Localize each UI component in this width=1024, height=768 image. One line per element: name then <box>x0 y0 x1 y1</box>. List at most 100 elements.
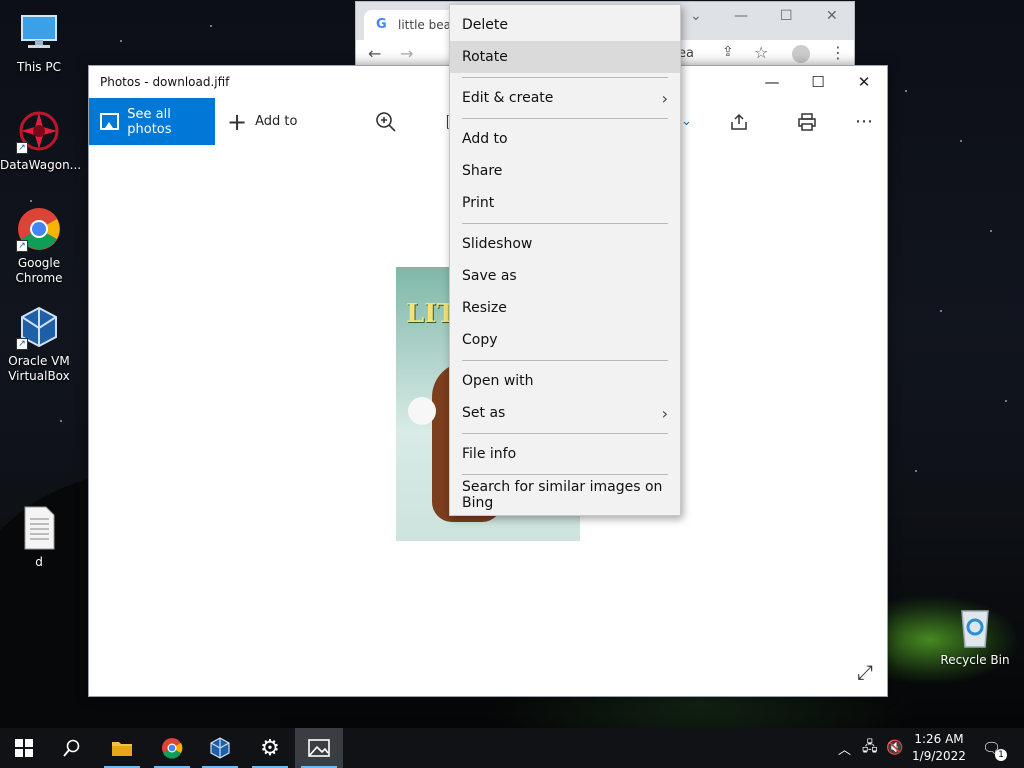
add-to-button[interactable]: + Add to <box>227 98 297 145</box>
window-title: Photos - download.jfif <box>100 75 230 89</box>
menu-item-save-as[interactable]: Save as <box>450 260 680 292</box>
menu-item-slideshow[interactable]: Slideshow <box>450 228 680 260</box>
desktop-icon-datawagon[interactable]: ↗ DataWagon... <box>0 108 82 173</box>
menu-item-resize[interactable]: Resize <box>450 292 680 324</box>
notification-icon: 🗨 1 <box>982 739 1008 761</box>
menu-item-open-with[interactable]: Open with <box>450 365 680 397</box>
minimize-icon[interactable]: — <box>734 8 748 24</box>
forward-arrow-icon[interactable]: → <box>400 44 413 63</box>
back-arrow-icon[interactable]: ← <box>368 44 381 63</box>
taskbar-photos[interactable] <box>295 728 343 768</box>
menu-item-label: Save as <box>462 268 517 284</box>
network-button[interactable]: 🖧 <box>862 728 878 768</box>
search-button[interactable] <box>48 728 96 768</box>
chrome-tab-title: little bear <box>398 18 456 32</box>
printer-icon <box>798 112 816 131</box>
chevron-down-icon[interactable]: ⌄ <box>690 8 702 24</box>
search-icon <box>63 739 80 757</box>
taskbar-virtualbox[interactable] <box>196 728 244 768</box>
desktop-icon-virtualbox[interactable]: ↗ Oracle VM VirtualBox <box>0 304 78 384</box>
star-icon[interactable]: ☆ <box>754 43 768 62</box>
menu-item-label: Rotate <box>462 49 508 65</box>
photos-icon <box>308 739 330 757</box>
close-button[interactable]: ✕ <box>841 66 887 98</box>
expand-arrows-icon: ⤢ <box>857 660 873 684</box>
menu-item-label: Share <box>462 163 503 179</box>
more-options-button[interactable]: ⋯ <box>855 98 873 145</box>
clock-time: 1:26 AM <box>914 732 964 746</box>
volume-button[interactable]: 🔇 <box>886 728 903 768</box>
recycle-bin-icon <box>952 603 998 649</box>
desktop-icon-file-d[interactable]: d <box>0 505 78 570</box>
shortcut-arrow-icon: ↗ <box>16 240 28 252</box>
menu-item-file-info[interactable]: File info <box>450 438 680 470</box>
menu-separator <box>462 433 668 434</box>
zoom-button[interactable] <box>375 98 397 145</box>
menu-item-label: Set as <box>462 405 506 421</box>
menu-item-label: Delete <box>462 17 508 33</box>
desktop-icon-label: DataWagon... <box>0 158 82 172</box>
menu-item-delete[interactable]: Delete <box>450 9 680 41</box>
menu-item-share[interactable]: Share <box>450 155 680 187</box>
menu-item-set-as[interactable]: Set as › <box>450 397 680 429</box>
add-to-label: Add to <box>255 114 298 129</box>
start-button[interactable] <box>0 728 48 768</box>
edit-dropdown[interactable]: ⌄ <box>681 98 692 145</box>
menu-item-rotate[interactable]: Rotate <box>450 41 680 73</box>
share-icon[interactable]: ⇪ <box>722 44 734 60</box>
notification-count-badge: 1 <box>995 749 1008 761</box>
menu-item-label: Resize <box>462 300 507 316</box>
minimize-button[interactable]: — <box>749 66 795 98</box>
menu-item-search-bing[interactable]: Search for similar images on Bing <box>450 479 680 511</box>
menu-item-label: Search for similar images on Bing <box>462 479 663 511</box>
desktop-icon-this-pc[interactable]: This PC <box>0 10 78 75</box>
clock-date: 1/9/2022 <box>912 749 966 763</box>
window-controls: — ☐ ✕ <box>749 66 887 98</box>
share-button[interactable] <box>729 98 749 145</box>
google-favicon-icon: G <box>376 17 387 32</box>
desktop-icon-recycle-bin[interactable]: Recycle Bin <box>936 603 1014 668</box>
chevron-right-icon: › <box>661 88 668 108</box>
windows-logo-icon <box>15 739 33 757</box>
zoom-in-icon <box>376 111 396 132</box>
taskbar-file-explorer[interactable] <box>98 728 146 768</box>
menu-item-copy[interactable]: Copy <box>450 324 680 356</box>
chevron-up-icon: ︿ <box>838 742 852 758</box>
menu-item-label: Edit & create <box>462 90 554 106</box>
shortcut-arrow-icon: ↗ <box>16 338 28 350</box>
desktop-icon-google-chrome[interactable]: ↗ Google Chrome <box>0 206 78 286</box>
action-center-button[interactable]: 🗨 1 <box>982 728 1008 768</box>
desktop-icon-label: This PC <box>17 60 61 74</box>
menu-separator <box>462 223 668 224</box>
network-icon: 🖧 <box>862 739 878 755</box>
taskbar-settings[interactable]: ⚙ <box>246 728 294 768</box>
desktop-icon-label: Oracle VM VirtualBox <box>8 354 70 383</box>
maximize-button[interactable]: ☐ <box>795 66 841 98</box>
see-all-photos-label: See all photos <box>127 106 172 137</box>
virtualbox-icon: ↗ <box>16 304 62 350</box>
context-menu: Delete Rotate Edit & create › Add to Shar… <box>449 4 681 516</box>
desktop-icon-label: Recycle Bin <box>940 653 1010 667</box>
menu-item-label: Add to <box>462 131 508 147</box>
more-vert-icon[interactable]: ⋮ <box>830 43 846 62</box>
menu-separator <box>462 474 668 475</box>
menu-item-label: Open with <box>462 373 534 389</box>
profile-avatar[interactable] <box>792 45 810 63</box>
show-hidden-icons-button[interactable]: ︿ <box>838 728 851 768</box>
fullscreen-button[interactable]: ⤢ <box>857 660 873 684</box>
close-icon[interactable]: ✕ <box>826 8 838 24</box>
maximize-icon[interactable]: ☐ <box>780 8 793 24</box>
text-file-icon <box>16 505 62 551</box>
menu-item-print[interactable]: Print <box>450 187 680 219</box>
snowball-figure <box>408 397 436 425</box>
plus-icon: + <box>227 107 248 136</box>
taskbar-chrome[interactable] <box>148 728 196 768</box>
system-clock[interactable]: 1:26 AM 1/9/2022 <box>908 731 970 765</box>
see-all-photos-button[interactable]: See all photos <box>89 98 215 145</box>
volume-muted-icon: 🔇 <box>886 740 904 756</box>
menu-item-add-to[interactable]: Add to <box>450 123 680 155</box>
more-horizontal-icon: ⋯ <box>855 111 873 132</box>
menu-item-edit-create[interactable]: Edit & create › <box>450 82 680 114</box>
print-button[interactable] <box>797 98 817 145</box>
gear-icon: ⚙ <box>260 735 280 761</box>
